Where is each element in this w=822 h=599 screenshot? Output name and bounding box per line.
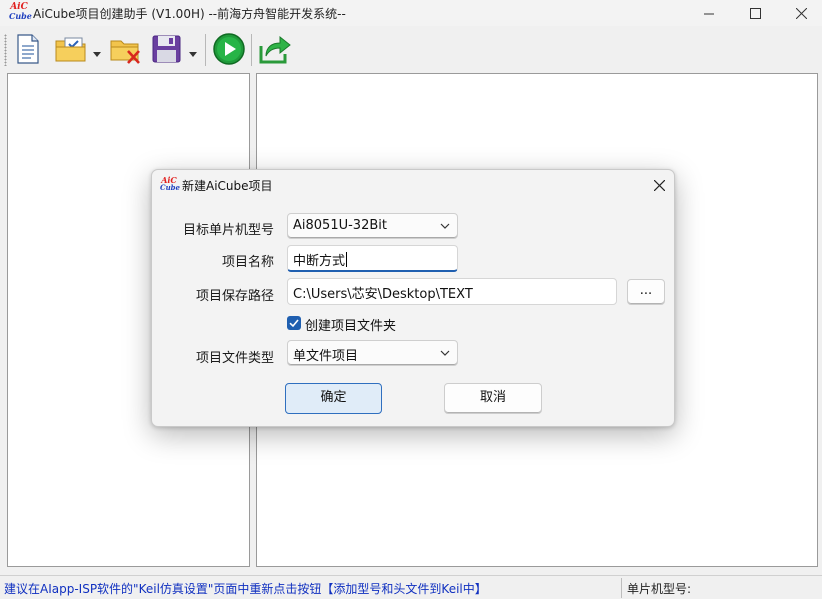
project-name-value: 中断方式 [293, 254, 346, 269]
app-logo: AiC Cube [9, 3, 32, 23]
delete-project-button[interactable] [109, 32, 143, 66]
mcu-model-label: 目标单片机型号 [182, 223, 274, 238]
checkmark-icon [289, 319, 299, 328]
delete-folder-icon [110, 40, 140, 64]
new-document-icon [17, 34, 39, 64]
close-window-button[interactable] [778, 0, 822, 26]
dialog-close-button[interactable] [646, 173, 672, 197]
browse-button[interactable]: ... [627, 279, 665, 305]
status-bar: 建议在AIapp-ISP软件的"Keil仿真设置"页面中重新点击按钮【添加型号和… [0, 575, 822, 599]
save-path-value: C:\Users\芯安\Desktop\TEXT [293, 287, 473, 302]
minimize-button[interactable] [686, 0, 732, 26]
file-type-select[interactable]: 单文件项目 [287, 340, 458, 366]
create-folder-checkbox[interactable] [287, 316, 301, 330]
save-project-button[interactable] [150, 32, 184, 66]
project-name-input[interactable]: 中断方式 [287, 245, 458, 272]
chevron-down-icon [440, 350, 450, 356]
dialog-logo-line2: Cube [160, 183, 181, 192]
run-play-icon [213, 33, 245, 65]
mcu-model-value: Ai8051U-32Bit [293, 218, 387, 233]
save-dropdown-arrow[interactable] [189, 47, 197, 57]
chevron-down-icon [189, 52, 197, 57]
toolbar-grip[interactable] [4, 34, 7, 66]
toolbar [0, 26, 822, 72]
toolbar-separator [205, 34, 206, 66]
chevron-down-icon [440, 223, 450, 229]
export-button[interactable] [258, 32, 292, 66]
open-project-button[interactable] [54, 32, 88, 66]
open-folder-check-icon [55, 37, 86, 62]
project-name-label: 项目名称 [221, 255, 274, 270]
save-path-input[interactable]: C:\Users\芯安\Desktop\TEXT [287, 278, 617, 305]
minimize-icon [703, 13, 714, 14]
export-share-icon [259, 35, 291, 64]
title-bar: AiC Cube AiCube项目创建助手 (V1.00H) --前海方舟智能开… [0, 0, 822, 26]
dialog-title: 新建AiCube项目 [182, 179, 273, 193]
close-icon [653, 179, 665, 191]
file-type-label: 项目文件类型 [195, 351, 274, 366]
dialog-logo: AiC Cube [160, 176, 181, 196]
new-project-dialog: AiC Cube 新建AiCube项目 目标单片机型号 Ai8051U-32Bi… [151, 169, 675, 427]
text-caret [346, 252, 348, 267]
maximize-icon [749, 7, 761, 19]
ok-button[interactable]: 确定 [285, 383, 382, 414]
run-button[interactable] [212, 32, 246, 66]
save-disk-icon [152, 35, 181, 63]
file-type-value: 单文件项目 [293, 349, 359, 364]
status-message: 建议在AIapp-ISP软件的"Keil仿真设置"页面中重新点击按钮【添加型号和… [4, 582, 487, 596]
save-path-label: 项目保存路径 [195, 289, 274, 304]
window-title: AiCube项目创建助手 (V1.00H) --前海方舟智能开发系统-- [33, 7, 346, 21]
toolbar-separator [251, 34, 252, 66]
app-logo-line2: Cube [9, 11, 32, 21]
open-dropdown-arrow[interactable] [93, 47, 101, 57]
mcu-model-select[interactable]: Ai8051U-32Bit [287, 213, 458, 239]
status-divider [621, 578, 622, 598]
status-mcu-label: 单片机型号: [627, 582, 692, 596]
close-icon [795, 7, 807, 19]
chevron-down-icon [93, 52, 101, 57]
create-folder-label[interactable]: 创建项目文件夹 [305, 315, 396, 334]
maximize-button[interactable] [732, 0, 778, 26]
new-project-button[interactable] [11, 32, 45, 66]
cancel-button[interactable]: 取消 [444, 383, 542, 414]
